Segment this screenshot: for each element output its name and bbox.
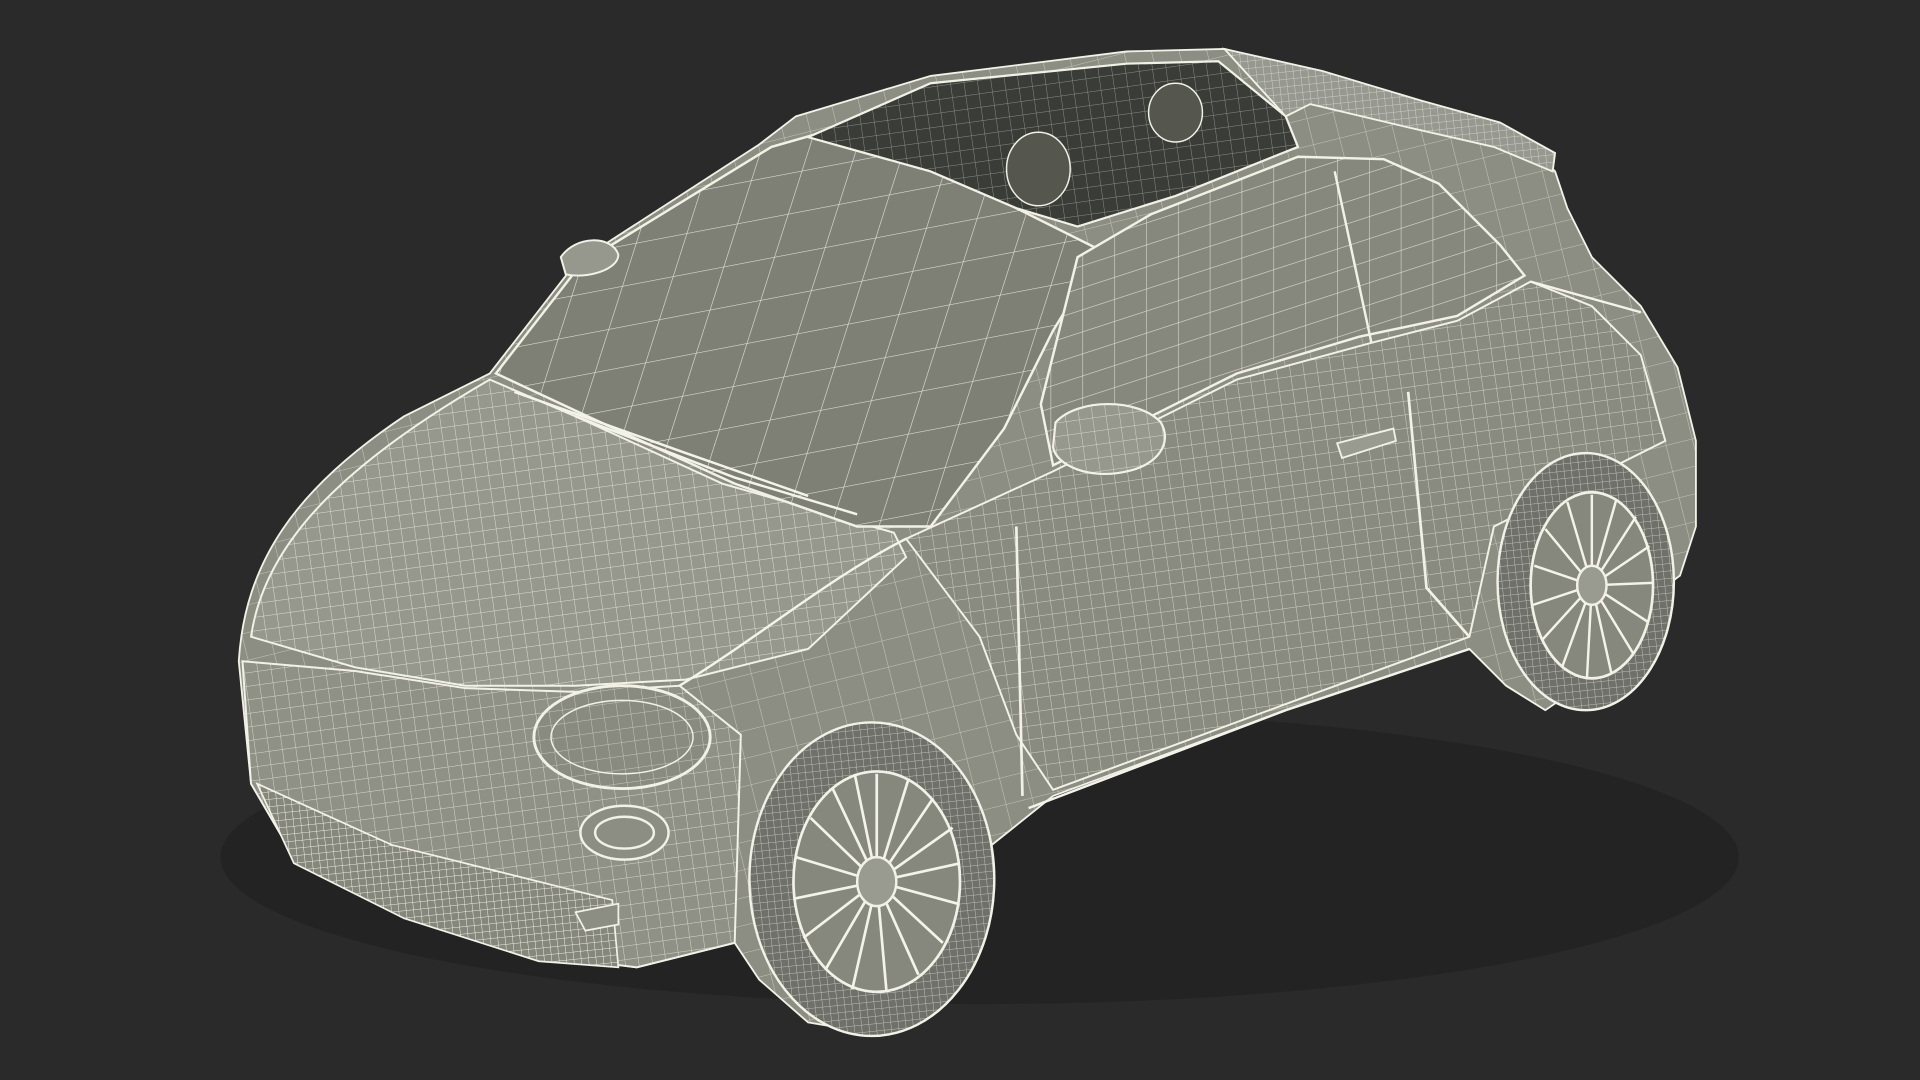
rear-hub <box>1575 564 1608 607</box>
front-hub <box>855 855 898 908</box>
render-viewport[interactable] <box>0 0 1920 1080</box>
rear-wheel <box>1496 451 1676 712</box>
side-mirror <box>1051 402 1166 476</box>
front-wheel <box>748 721 996 1038</box>
seat <box>1005 131 1071 207</box>
seat <box>1147 82 1204 143</box>
headlight <box>532 684 712 791</box>
car-wireframe-render <box>220 47 1739 1038</box>
